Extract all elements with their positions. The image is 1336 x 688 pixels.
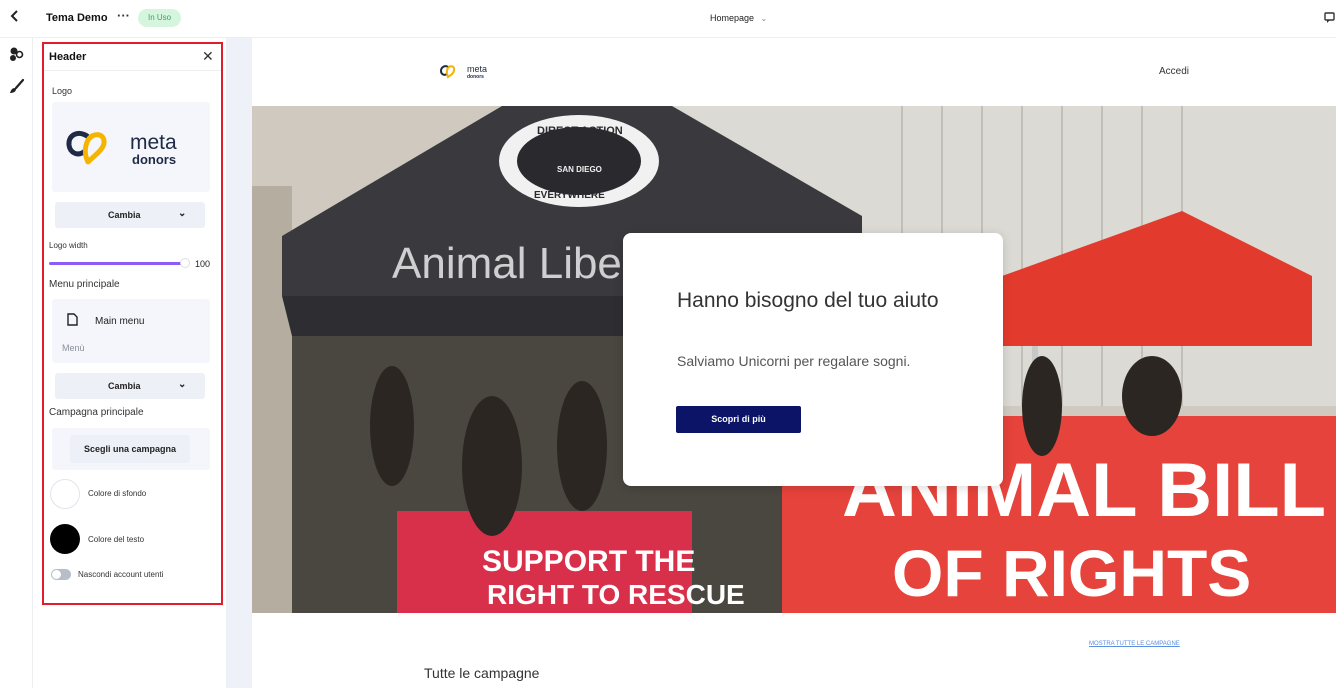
chevron-down-icon: ⌄ [178,379,187,390]
main-menu-name: Main menu [95,316,145,327]
meta-donors-logo: meta donors [66,130,177,167]
logo-brand-top: meta [130,131,177,154]
main-menu-card[interactable] [52,299,210,363]
slider-handle[interactable] [180,258,190,268]
tent-text-1: DIRECT ACTION [537,125,623,137]
banner-text-3: SUPPORT THE [482,545,695,578]
page-select-value: Homepage [710,13,755,23]
hide-accounts-toggle[interactable] [51,569,71,580]
change-menu-button[interactable]: Cambia ⌄ [55,373,205,399]
top-bar: Tema Demo ··· In Uso Homepage ⌄ [0,0,1336,38]
hide-accounts-label: Nascondi account utenti [78,570,164,579]
page-select[interactable]: Homepage ⌄ [710,13,767,23]
logo-width-slider[interactable] [49,262,185,265]
pick-campaign-button[interactable]: Scegli una campagna [70,435,190,463]
theme-name: Tema Demo [46,12,108,24]
site-logo-top: meta [467,64,487,74]
all-campaigns-link[interactable]: MOSTRA TUTTE LE CAMPAGNE [1089,641,1180,647]
main-menu-type: Menù [62,343,85,353]
all-campaigns-title: Tutte le campagne [424,665,540,681]
main-campaign-label: Campagna principale [49,407,144,418]
site-logo-bottom: donors [467,74,484,79]
login-link[interactable]: Accedi [1159,66,1189,77]
text-color-label: Colore del testo [88,535,145,544]
back-button[interactable] [10,9,20,28]
status-badge: In Uso [138,9,182,27]
tent-text-2: SAN DIEGO [557,165,602,174]
logo-brand-bottom: donors [132,152,176,167]
document-icon [67,313,78,326]
change-menu-label: Cambia [108,381,141,391]
toggle-knob [52,570,61,579]
panel-title: Header [49,51,87,63]
sections-icon[interactable] [8,46,25,63]
chevron-down-icon: ⌄ [760,14,768,23]
chat-icon[interactable] [1324,12,1336,24]
more-options-button[interactable]: ··· [117,8,130,23]
logo-width-label: Logo width [49,241,88,250]
logo-label: Logo [52,86,73,96]
hero-title: Hanno bisogno del tuo aiuto [677,289,939,312]
tent-text-4: Animal Libe [392,239,622,288]
close-icon[interactable]: ✕ [202,49,214,63]
background-color-swatch[interactable] [50,479,80,509]
tent-text-3: EVERYWHERE [534,190,605,201]
background-color-label: Colore di sfondo [88,489,147,498]
change-logo-button[interactable]: Cambia ⌄ [55,202,205,228]
chevron-left-icon [10,10,18,22]
divider [44,70,221,71]
site-logo[interactable]: meta donors [440,63,510,79]
banner-text-4: RIGHT TO RESCUE [487,579,745,610]
banner-text-2: OF RIGHTS [892,536,1251,610]
canvas-gutter [226,38,252,688]
brush-icon[interactable] [8,78,25,95]
hero-subtitle: Salviamo Unicorni per regalare sogni. [677,353,911,369]
chevron-down-icon: ⌄ [178,208,187,219]
logo-width-value: 100 [195,259,211,269]
discover-more-button[interactable]: Scopri di più [676,406,801,433]
logo-preview[interactable]: meta donors [52,102,210,192]
change-logo-label: Cambia [108,210,141,220]
tool-rail [0,38,33,688]
text-color-swatch[interactable] [50,524,80,554]
main-menu-label: Menu principale [49,279,120,290]
